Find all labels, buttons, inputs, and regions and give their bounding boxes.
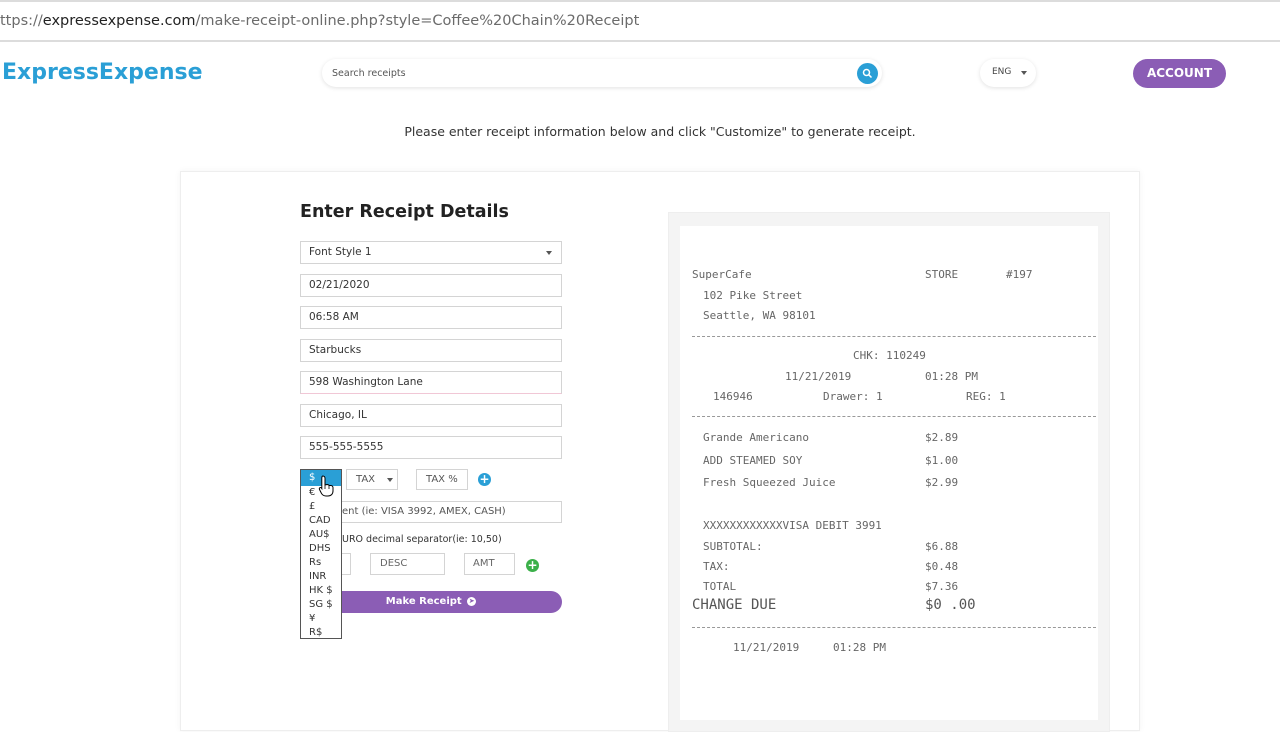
tax-percent-field[interactable]: TAX % bbox=[416, 469, 468, 490]
currency-option[interactable]: HK $ bbox=[301, 584, 341, 598]
currency-option[interactable]: CAD bbox=[301, 514, 341, 528]
receipt-subtotal-label: SUBTOTAL: bbox=[703, 540, 763, 553]
receipt-tax-label: TAX: bbox=[703, 560, 730, 573]
receipt-item-price: $2.99 bbox=[925, 476, 959, 489]
receipt-item-name: ADD STEAMED SOY bbox=[703, 454, 803, 467]
amount-field[interactable]: AMT bbox=[464, 553, 515, 575]
url-prefix: ttps:// bbox=[0, 13, 43, 29]
search-bar bbox=[322, 59, 882, 87]
receipt-subtotal: $6.88 bbox=[925, 540, 959, 553]
receipt-order-id: 146946 bbox=[713, 390, 753, 403]
receipt-address-line1: 102 Pike Street bbox=[703, 289, 803, 302]
receipt-store-label: STORE bbox=[925, 268, 959, 281]
receipt-store-name: SuperCafe bbox=[692, 268, 752, 281]
browser-address-bar[interactable]: ttps://expressexpense.com/make-receipt-o… bbox=[0, 0, 1280, 42]
receipt-divider bbox=[692, 336, 1096, 337]
receipt-footer-date: 11/21/2019 bbox=[733, 641, 800, 654]
receipt-divider bbox=[692, 627, 1096, 628]
language-label: ENG bbox=[992, 67, 1012, 77]
receipt-check: CHK: 110249 bbox=[853, 349, 926, 362]
receipt-total-label: TOTAL bbox=[703, 580, 737, 593]
currency-option[interactable]: AU$ bbox=[301, 528, 341, 542]
chevron-down-icon bbox=[1021, 71, 1027, 75]
receipt-time: 01:28 PM bbox=[925, 370, 978, 383]
receipt-store-number: #197 bbox=[1006, 268, 1033, 281]
make-receipt-label: Make Receipt bbox=[385, 596, 462, 607]
receipt-tax: $0.48 bbox=[925, 560, 959, 573]
receipt-item-name: Grande Americano bbox=[703, 431, 809, 444]
search-icon bbox=[862, 68, 873, 79]
url-path: /make-receipt-online.php?style=Coffee%20… bbox=[195, 13, 640, 29]
currency-option[interactable]: ¥ bbox=[301, 612, 341, 626]
search-button[interactable] bbox=[857, 63, 878, 84]
instruction-text: Please enter receipt information below a… bbox=[404, 124, 916, 139]
search-input[interactable] bbox=[332, 63, 832, 83]
receipt-address-line2: Seattle, WA 98101 bbox=[703, 309, 816, 322]
address-field[interactable]: 598 Washington Lane bbox=[300, 371, 562, 394]
currency-option[interactable]: Rs bbox=[301, 556, 341, 570]
url-text[interactable]: ttps://expressexpense.com/make-receipt-o… bbox=[0, 13, 639, 29]
currency-option[interactable]: £ bbox=[301, 500, 341, 514]
arrow-right-icon: ➤ bbox=[467, 596, 477, 606]
receipt-total: $7.36 bbox=[925, 580, 959, 593]
language-selector[interactable]: ENG bbox=[980, 59, 1036, 87]
account-button[interactable]: ACCOUNT bbox=[1133, 59, 1226, 88]
font-style-select[interactable]: Font Style 1 bbox=[300, 241, 562, 264]
description-field[interactable]: DESC bbox=[370, 553, 445, 575]
time-field[interactable]: 06:58 AM bbox=[300, 306, 562, 329]
currency-option[interactable]: SG $ bbox=[301, 598, 341, 612]
receipt-divider bbox=[692, 416, 1096, 417]
receipt-item-name: Fresh Squeezed Juice bbox=[703, 476, 836, 489]
chevron-down-icon bbox=[387, 478, 393, 482]
font-style-value: Font Style 1 bbox=[309, 246, 372, 258]
hand-cursor-icon bbox=[318, 475, 334, 497]
receipt-drawer: Drawer: 1 bbox=[823, 390, 883, 403]
receipt-date: 11/21/2019 bbox=[785, 370, 852, 383]
add-item-icon[interactable]: + bbox=[526, 559, 539, 572]
business-name-field[interactable]: Starbucks bbox=[300, 339, 562, 362]
euro-separator-label[interactable]: URO decimal separator(ie: 10,50) bbox=[342, 534, 502, 545]
currency-option[interactable]: INR bbox=[301, 570, 341, 584]
tax-select[interactable]: TAX bbox=[346, 469, 398, 490]
url-host: expressexpense.com bbox=[42, 13, 196, 29]
form-title: Enter Receipt Details bbox=[300, 202, 509, 222]
site-logo[interactable]: ExpressExpense bbox=[2, 60, 203, 85]
currency-option[interactable]: R$ bbox=[301, 626, 341, 640]
receipt-item-price: $1.00 bbox=[925, 454, 959, 467]
city-field[interactable]: Chicago, IL bbox=[300, 404, 562, 427]
receipt-footer-time: 01:28 PM bbox=[833, 641, 886, 654]
receipt-change-label: CHANGE DUE bbox=[692, 597, 777, 613]
phone-field[interactable]: 555-555-5555 bbox=[300, 436, 562, 459]
tax-label: TAX bbox=[356, 474, 376, 485]
add-tax-icon[interactable]: + bbox=[478, 473, 491, 486]
receipt-item-price: $2.89 bbox=[925, 431, 959, 444]
receipt-payment: XXXXXXXXXXXXVISA DEBIT 3991 bbox=[703, 519, 882, 532]
date-field[interactable]: 02/21/2020 bbox=[300, 274, 562, 297]
receipt-change: $0 .00 bbox=[925, 597, 976, 613]
currency-option[interactable]: DHS bbox=[301, 542, 341, 556]
chevron-down-icon bbox=[546, 251, 552, 255]
receipt-register: REG: 1 bbox=[966, 390, 1006, 403]
